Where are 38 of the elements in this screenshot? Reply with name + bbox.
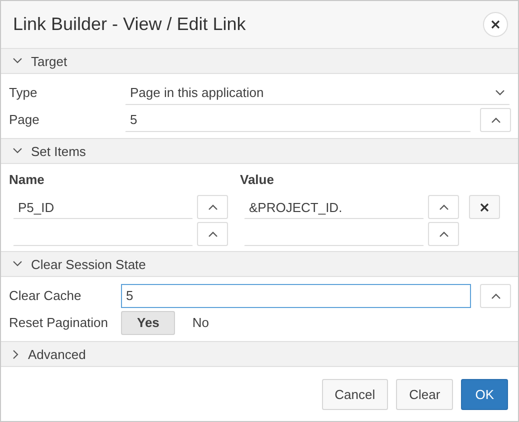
toggle-option[interactable]: No [176,310,226,334]
dialog-button[interactable]: Clear [396,379,454,410]
input-field[interactable]: P5_ID [13,195,193,219]
column-header: Value [240,172,275,188]
field-label: Clear Cache [8,288,82,303]
caret-up-icon [438,231,448,237]
caret-up-icon [208,204,218,210]
select-field[interactable]: Page in this application [125,80,510,104]
section-header[interactable]: Advanced [1,341,518,367]
section-header[interactable]: Target [1,48,518,74]
field-label: Type [8,85,38,100]
input-field[interactable]: 5 [121,284,471,308]
field-label: Reset Pagination [8,315,110,330]
field-label: Page [8,112,40,127]
toggle-option[interactable]: Yes [121,310,176,334]
picker-button[interactable] [197,222,228,246]
section-header[interactable]: Clear Session State [1,251,518,277]
dialog-title: Link Builder - View / Edit Link [13,14,246,35]
picker-button[interactable] [428,195,459,219]
caret-up-icon [490,116,500,122]
picker-button[interactable] [197,195,228,219]
dialog-button[interactable]: Cancel [322,379,388,410]
section-header[interactable]: Set Items [1,138,518,164]
close-button[interactable] [483,12,508,37]
caret-up-icon [490,292,500,298]
close-icon [491,20,500,29]
picker-button[interactable] [428,222,459,246]
remove-button[interactable] [469,195,500,219]
dialog-button[interactable]: OK [461,379,508,410]
column-header: Name [9,172,46,188]
input-field[interactable]: 5 [125,108,471,132]
picker-button[interactable] [480,284,511,308]
caret-up-icon [438,204,448,210]
caret-up-icon [208,231,218,237]
picker-button[interactable] [480,108,511,132]
close-icon [480,202,489,212]
input-field[interactable]: &PROJECT_ID. [244,195,424,219]
caret-down-icon [495,90,505,96]
